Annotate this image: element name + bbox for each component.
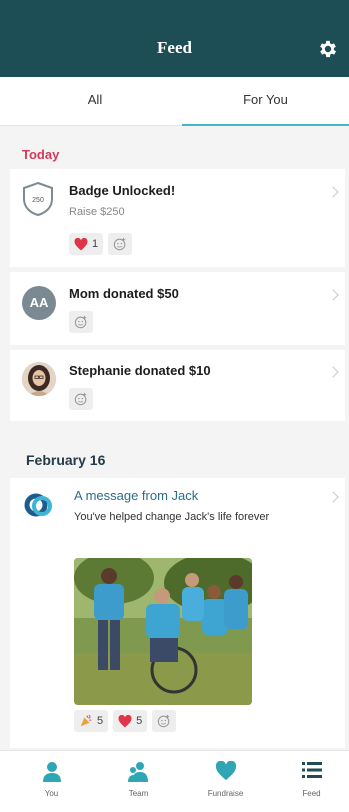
team-icon [127,762,148,782]
reaction-row: 5 5 [74,710,177,732]
profile-photo [22,362,56,396]
add-reaction-icon [158,714,170,728]
bottom-nav: You Team Fundraise Feed [0,750,349,812]
heart-reaction-button[interactable]: 5 [113,710,148,732]
party-popper-icon [80,714,92,727]
nav-label: You [44,789,59,798]
heart-reaction-button[interactable]: 1 [69,233,104,255]
heart-count: 5 [136,715,143,727]
chevron-right-icon[interactable] [327,491,339,503]
badge-value-text: 250 [32,197,44,204]
reaction-row [69,311,93,333]
reaction-row [69,388,93,410]
feed-tabs: All For You [0,77,349,126]
heart-count: 1 [92,238,99,250]
nav-item-feed[interactable]: Feed [268,751,349,812]
nav-label: Feed [302,789,321,798]
nav-item-you[interactable]: You [8,751,95,812]
celebrate-count: 5 [97,715,104,727]
feed-item-subtitle: Raise $250 [69,206,125,218]
add-reaction-button[interactable] [69,311,93,333]
section-label-february: February 16 [26,452,106,468]
nav-item-team[interactable]: Team [95,751,182,812]
feed-item-title: Badge Unlocked! [69,183,176,198]
group-photo-image [74,558,252,705]
nav-label: Team [128,789,149,798]
chevron-right-icon[interactable] [327,289,339,301]
heart-icon [74,237,88,250]
section-label-today: Today [22,147,60,162]
feed-item-stephanie-donation[interactable]: Stephanie donated $10 [10,350,345,421]
page-title: Feed [157,38,192,57]
message-title: A message from Jack [74,488,199,503]
add-reaction-button[interactable] [108,233,133,255]
feed-item-badge[interactable]: 250 Badge Unlocked! Raise $250 1 [10,169,345,267]
add-reaction-icon [74,392,87,406]
chevron-right-icon[interactable] [327,366,339,378]
add-reaction-button[interactable] [69,388,93,410]
message-photo[interactable] [74,558,252,705]
feed-item-title: Mom donated $50 [69,286,179,301]
avatar [22,362,56,396]
shield-badge-icon: 250 [23,181,53,217]
nav-item-fundraise[interactable]: Fundraise [182,751,269,812]
feed-item-mom-donation[interactable]: AA Mom donated $50 [10,272,345,345]
avatar: AA [22,286,56,320]
app-header: Feed [0,0,349,77]
add-reaction-icon [113,237,126,251]
tab-all[interactable]: All [10,77,180,126]
heart-icon [215,761,236,781]
add-reaction-icon [74,315,87,329]
tab-for-you[interactable]: For You [182,77,349,126]
chevron-right-icon[interactable] [327,186,339,198]
reaction-row: 1 [69,233,133,255]
feed-item-title: Stephanie donated $10 [69,363,211,378]
organization-logo-icon [24,493,52,517]
gear-icon[interactable] [317,38,339,60]
feed-item-message[interactable]: A message from Jack You've helped change… [10,478,345,748]
add-reaction-button[interactable] [152,710,177,732]
nav-label: Fundraise [207,789,244,798]
person-icon [42,762,61,782]
list-icon [301,762,322,778]
celebrate-reaction-button[interactable]: 5 [74,710,109,732]
message-subtitle: You've helped change Jack's life forever [74,511,270,523]
heart-icon [118,714,132,727]
